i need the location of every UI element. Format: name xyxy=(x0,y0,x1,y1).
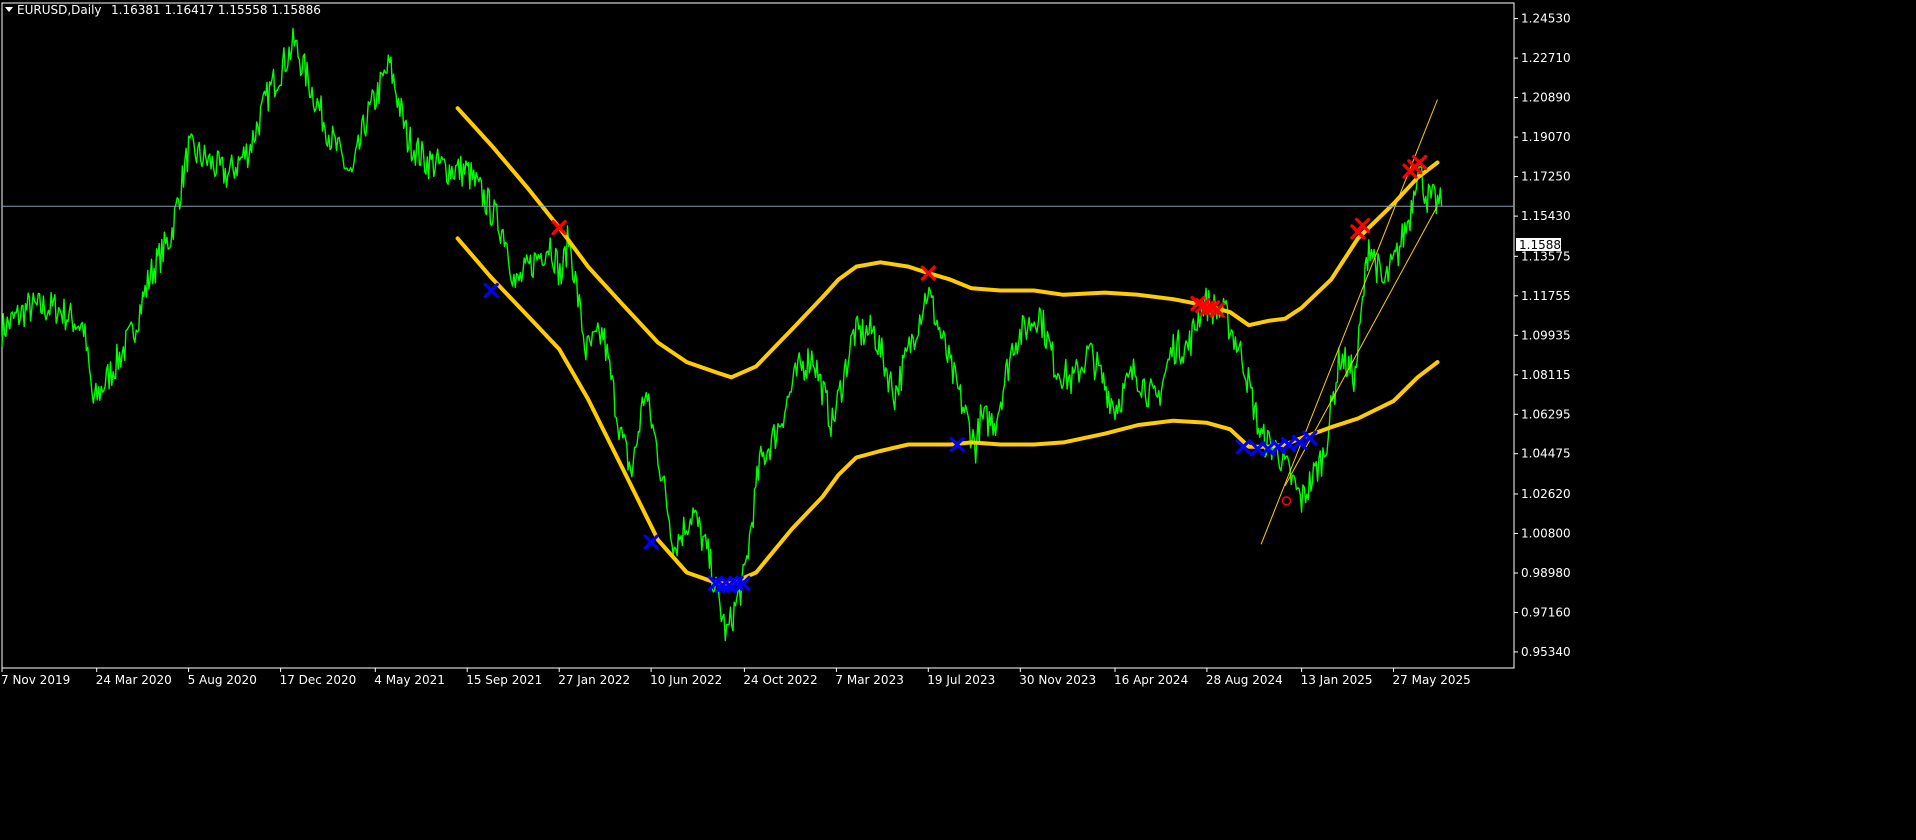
chart-window[interactable]: 1.24530 1.22710 1.20890 1.19070 1.17250 1.154… xyxy=(0,0,1916,840)
trendline[interactable] xyxy=(1284,205,1438,486)
price-axis: 1.24530 1.22710 1.20890 1.19070 1.17250 1.154… xyxy=(1514,12,1571,659)
x-tick-label: 13 Jan 2025 xyxy=(1301,673,1373,687)
lower-band-line xyxy=(455,236,1440,586)
y-tick-label: 1.15430 xyxy=(1521,209,1571,223)
trend-channel[interactable] xyxy=(1260,99,1438,545)
x-tick-label: 5 Aug 2020 xyxy=(188,673,257,687)
y-tick-label: 1.00800 xyxy=(1521,527,1571,541)
price-chart[interactable]: 1.24530 1.22710 1.20890 1.19070 1.17250 1.154… xyxy=(0,0,1916,840)
symbol-label: EURUSD,Daily xyxy=(17,3,102,17)
x-tick-label: 27 May 2025 xyxy=(1393,673,1471,687)
price-series xyxy=(1,27,1443,642)
y-tick-label: 1.11755 xyxy=(1521,289,1571,303)
price-line xyxy=(1,27,1443,642)
x-tick-label: 17 Dec 2020 xyxy=(280,673,357,687)
x-tick-label: 4 May 2021 xyxy=(374,673,445,687)
x-tick-label: 24 Oct 2022 xyxy=(743,673,817,687)
dropdown-triangle-icon[interactable] xyxy=(5,7,13,12)
y-tick-label: 0.95340 xyxy=(1521,645,1571,659)
x-tick-label: 15 Sep 2021 xyxy=(466,673,542,687)
x-tick-label: 19 Jul 2023 xyxy=(927,673,995,687)
x-tick-label: 24 Mar 2020 xyxy=(96,673,172,687)
y-tick-label: 1.24530 xyxy=(1521,12,1571,26)
x-tick-label: 28 Aug 2024 xyxy=(1206,673,1283,687)
sell-signal-marker xyxy=(1355,217,1371,233)
y-tick-label: 0.97160 xyxy=(1521,606,1571,620)
current-price-label: 1.15886 xyxy=(1519,238,1569,252)
y-tick-label: 1.08115 xyxy=(1521,368,1571,382)
sell-signal-marker xyxy=(551,219,567,236)
y-tick-label: 1.17250 xyxy=(1521,170,1571,184)
x-tick-label: 16 Apr 2024 xyxy=(1114,673,1188,687)
y-tick-label: 1.06295 xyxy=(1521,407,1571,421)
signal-ring-marker xyxy=(1281,496,1292,506)
x-tick-label: 27 Jan 2022 xyxy=(558,673,630,687)
y-tick-label: 1.22710 xyxy=(1521,51,1571,65)
y-tick-label: 1.20890 xyxy=(1521,91,1571,105)
x-tick-label: 7 Mar 2023 xyxy=(835,673,903,687)
x-tick-label: 7 Nov 2019 xyxy=(1,673,70,687)
buy-signal-marker xyxy=(483,282,499,299)
time-axis: 7 Nov 2019 24 Mar 2020 5 Aug 2020 17 Dec 20… xyxy=(1,668,1471,687)
y-tick-label: 0.98980 xyxy=(1521,566,1571,580)
x-tick-label: 10 Jun 2022 xyxy=(650,673,722,687)
y-tick-label: 1.19070 xyxy=(1521,130,1571,144)
ohlc-values: 1.16381 1.16417 1.15558 1.15886 xyxy=(111,3,321,17)
y-tick-label: 1.02620 xyxy=(1521,487,1571,501)
x-tick-label: 30 Nov 2023 xyxy=(1019,673,1096,687)
y-tick-label: 1.04475 xyxy=(1521,447,1571,461)
y-tick-label: 1.09935 xyxy=(1521,328,1571,342)
trendline[interactable] xyxy=(1260,99,1438,545)
buy-signal-marker xyxy=(643,534,659,550)
